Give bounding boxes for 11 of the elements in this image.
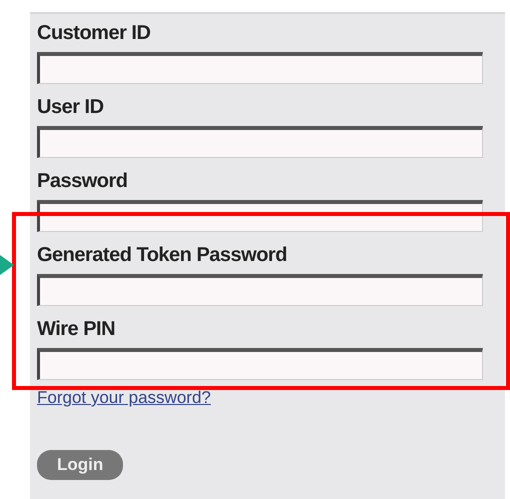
field-label: Wire PIN	[37, 317, 116, 342]
input-field[interactable]	[37, 126, 483, 158]
field-label: Password	[37, 169, 128, 194]
login-button[interactable]: Login	[37, 450, 124, 480]
input-field[interactable]	[37, 52, 483, 84]
input-field[interactable]	[37, 348, 483, 380]
field-label: Customer ID	[37, 21, 150, 46]
forgot-password-link[interactable]: Forgot your password?	[37, 388, 211, 408]
field-label: User ID	[37, 95, 104, 120]
input-field[interactable]	[37, 274, 483, 306]
field-label: Generated Token Password	[37, 243, 287, 268]
